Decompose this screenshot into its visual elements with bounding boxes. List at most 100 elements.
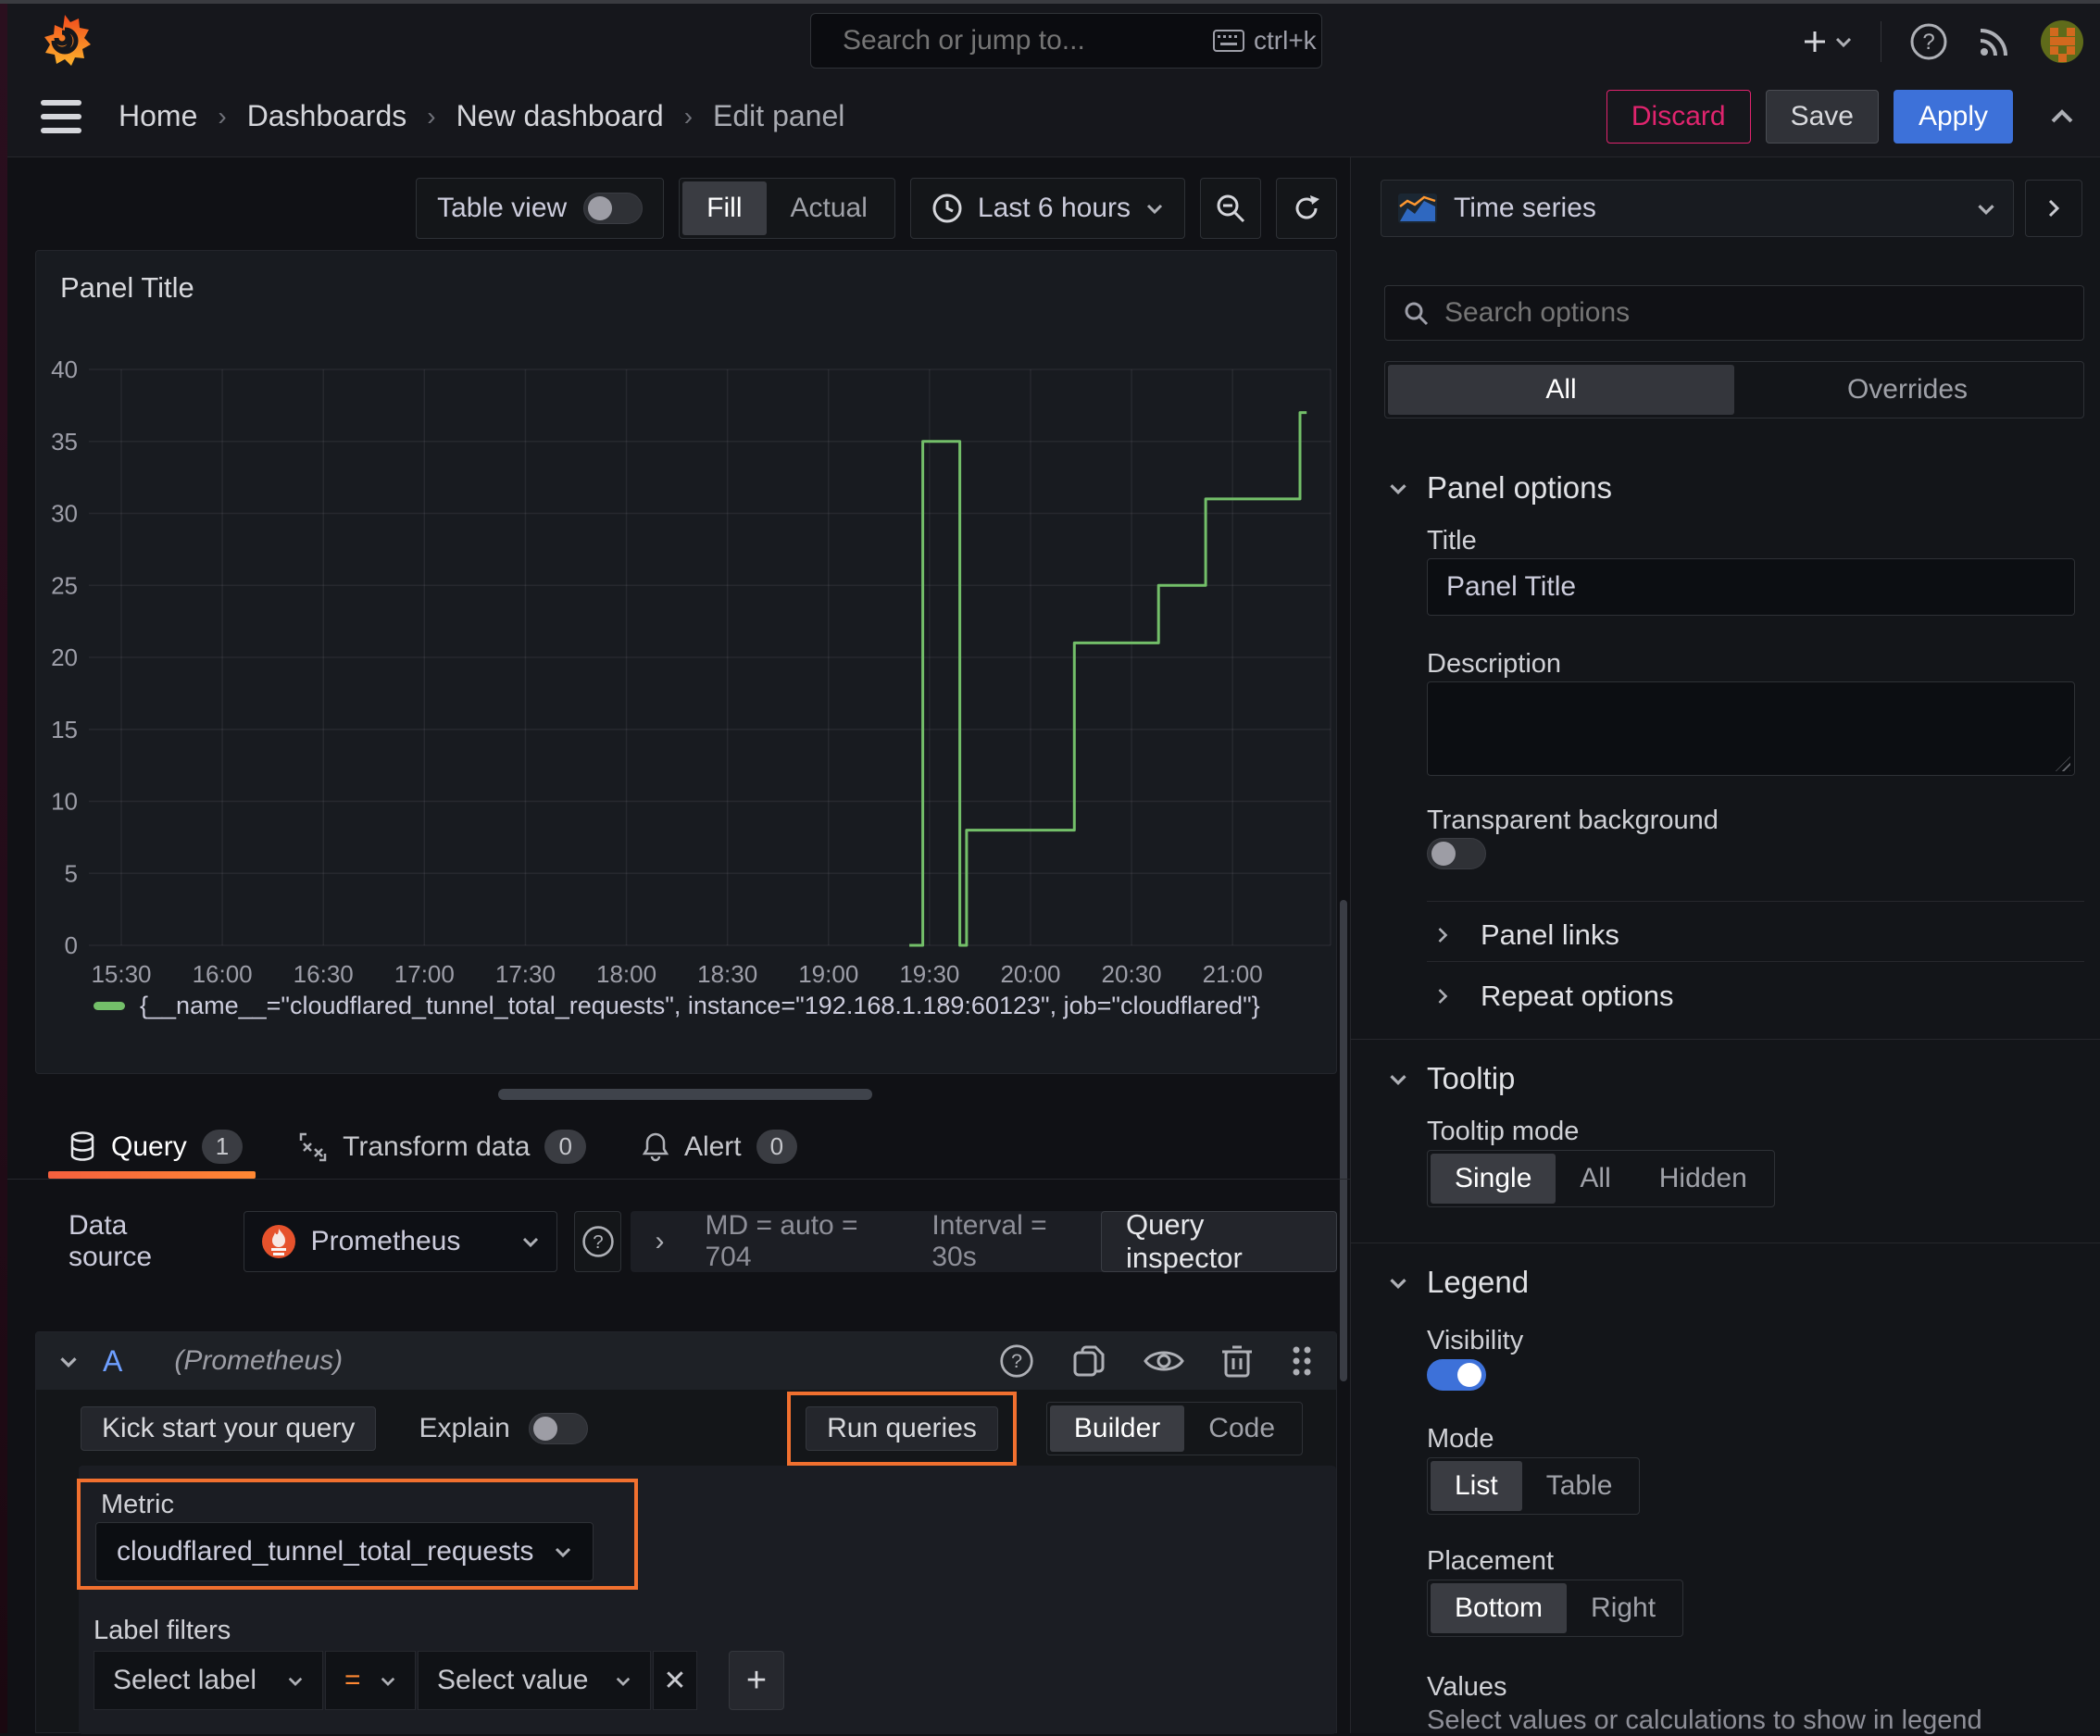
metric-select[interactable]: cloudflared_tunnel_total_requests	[95, 1522, 594, 1581]
table-view-toggle[interactable]	[583, 193, 644, 224]
apply-button[interactable]: Apply	[1893, 89, 2013, 144]
explain-toggle[interactable]	[528, 1413, 588, 1444]
tab-all[interactable]: All	[1388, 365, 1734, 415]
legend-mode-table[interactable]: Table	[1522, 1461, 1637, 1511]
help-circle-icon[interactable]: ?	[999, 1343, 1034, 1379]
kick-start-query-button[interactable]: Kick start your query	[81, 1406, 377, 1451]
x-tick-label: 17:00	[394, 960, 455, 988]
operator-dropdown[interactable]: =	[325, 1651, 416, 1710]
visualization-picker[interactable]: Time series	[1381, 180, 2014, 237]
section-legend[interactable]: Legend	[1388, 1265, 1529, 1300]
section-tooltip[interactable]: Tooltip	[1388, 1061, 1515, 1096]
legend-color-swatch	[94, 1002, 125, 1010]
chevron-down-icon[interactable]	[58, 1355, 79, 1368]
duplicate-icon[interactable]	[1071, 1343, 1106, 1379]
panel-title-input[interactable]	[1427, 558, 2075, 616]
new-dropdown-button[interactable]	[1801, 28, 1853, 56]
options-search-input[interactable]	[1444, 297, 2067, 329]
tab-query[interactable]: Query 1	[47, 1115, 256, 1179]
x-tick-label: 16:30	[294, 960, 354, 988]
news-button[interactable]	[1976, 23, 2013, 60]
chevron-down-icon	[1835, 37, 1852, 48]
section-panel-options[interactable]: Panel options	[1388, 470, 1612, 506]
grafana-logo-icon[interactable]	[35, 11, 94, 70]
chevron-down-icon	[288, 1677, 303, 1686]
collapse-header-button[interactable]	[2048, 107, 2076, 126]
svg-text:?: ?	[1922, 30, 1934, 55]
select-value-dropdown[interactable]: Select value	[418, 1651, 651, 1710]
add-filter-button[interactable]: +	[729, 1651, 784, 1710]
query-inspector-button[interactable]: Query inspector	[1101, 1208, 1338, 1274]
help-circle-icon: ?	[581, 1226, 614, 1257]
tab-overrides[interactable]: Overrides	[1734, 365, 2081, 415]
visualization-name: Time series	[1454, 193, 1596, 223]
data-source-picker[interactable]: Prometheus	[243, 1211, 557, 1272]
remove-filter-button[interactable]: ✕	[653, 1651, 697, 1710]
x-tick-label: 17:30	[495, 960, 556, 988]
section-panel-links[interactable]: Panel links	[1436, 918, 1619, 952]
tab-alert[interactable]: Alert 0	[642, 1115, 798, 1179]
time-series-panel[interactable]: Panel Title 0 5 10 15 20 25 30 35 40 15:30 16:00 16…	[35, 250, 1337, 1074]
code-option[interactable]: Code	[1184, 1405, 1299, 1452]
panel-description-textarea[interactable]	[1427, 681, 2075, 776]
tooltip-mode-single[interactable]: Single	[1431, 1154, 1556, 1204]
description-field-label: Description	[1427, 649, 1562, 679]
breadcrumb-dashboards[interactable]: Dashboards	[247, 99, 407, 133]
tooltip-mode-hidden[interactable]: Hidden	[1635, 1154, 1771, 1204]
metric-label: Metric	[101, 1490, 174, 1519]
section-repeat-options[interactable]: Repeat options	[1436, 980, 1674, 1013]
breadcrumb-home[interactable]: Home	[119, 99, 197, 133]
resize-grip-icon[interactable]	[2056, 756, 2070, 771]
select-label-dropdown[interactable]: Select label	[94, 1651, 323, 1710]
zoom-out-button[interactable]	[1200, 178, 1261, 239]
run-queries-button[interactable]: Run queries	[806, 1406, 998, 1451]
legend-placement-right[interactable]: Right	[1567, 1583, 1680, 1633]
panel-resize-handle[interactable]	[498, 1089, 872, 1100]
breadcrumb-new-dashboard[interactable]: New dashboard	[456, 99, 664, 133]
chevron-right-icon: ›	[683, 101, 694, 131]
save-button[interactable]: Save	[1765, 89, 1879, 144]
y-tick-label: 25	[51, 571, 78, 599]
legend-series-label[interactable]: {__name__="cloudflared_tunnel_total_requ…	[140, 992, 1260, 1020]
fill-option[interactable]: Fill	[682, 181, 767, 235]
panel-options-sidebar: Time series All Overrides Panel options …	[1350, 157, 2100, 1735]
toggle-options-pane-button[interactable]	[2025, 180, 2082, 237]
actual-option[interactable]: Actual	[767, 181, 892, 235]
legend-placement-bottom[interactable]: Bottom	[1431, 1583, 1568, 1633]
title-field-label: Title	[1427, 526, 1477, 556]
query-options-summary[interactable]: › MD = auto = 704 Interval = 30s	[631, 1210, 1106, 1272]
data-source-help-button[interactable]: ?	[573, 1211, 622, 1272]
time-range-picker[interactable]: Last 6 hours	[909, 178, 1185, 239]
trash-icon[interactable]	[1221, 1343, 1253, 1379]
time-series-chart[interactable]: 0 5 10 15 20 25 30 35 40 15:30 16:00 16:30 17:00 17:3…	[36, 251, 1338, 1075]
eye-icon[interactable]	[1144, 1346, 1184, 1376]
user-avatar[interactable]	[2041, 20, 2083, 63]
max-data-points-value: MD = auto = 704	[705, 1210, 858, 1272]
rss-icon	[1980, 29, 2007, 56]
chart-legend[interactable]: {__name__="cloudflared_tunnel_total_requ…	[94, 992, 1260, 1020]
options-search[interactable]	[1384, 285, 2084, 341]
tab-transform-data[interactable]: Transform data 0	[298, 1115, 586, 1179]
section-panel-links-label: Panel links	[1481, 918, 1619, 951]
legend-mode-list[interactable]: List	[1431, 1461, 1522, 1511]
query-row-header[interactable]: A (Prometheus) ?	[36, 1332, 1336, 1390]
global-search-input[interactable]	[843, 25, 1200, 56]
data-source-value: Prometheus	[310, 1226, 461, 1256]
drag-handle-icon[interactable]	[1290, 1343, 1314, 1379]
menu-toggle-button[interactable]	[41, 99, 81, 133]
global-search[interactable]: ctrl+k	[810, 13, 1322, 69]
help-button[interactable]: ?	[1909, 22, 1948, 61]
transparent-background-label: Transparent background	[1427, 806, 1719, 835]
divider	[1351, 1039, 2100, 1040]
tooltip-mode-all[interactable]: All	[1556, 1154, 1634, 1204]
transparent-background-toggle[interactable]	[1427, 838, 1486, 869]
table-view-control[interactable]: Table view	[416, 178, 665, 239]
legend-visibility-toggle[interactable]	[1427, 1359, 1486, 1391]
chevron-down-icon	[1390, 1278, 1406, 1289]
refresh-button[interactable]	[1276, 178, 1337, 239]
legend-placement-label: Placement	[1427, 1546, 1555, 1576]
select-value-placeholder: Select value	[437, 1665, 589, 1695]
discard-button[interactable]: Discard	[1606, 89, 1751, 144]
builder-option[interactable]: Builder	[1049, 1405, 1185, 1452]
legend-mode-label: Mode	[1427, 1424, 1494, 1454]
